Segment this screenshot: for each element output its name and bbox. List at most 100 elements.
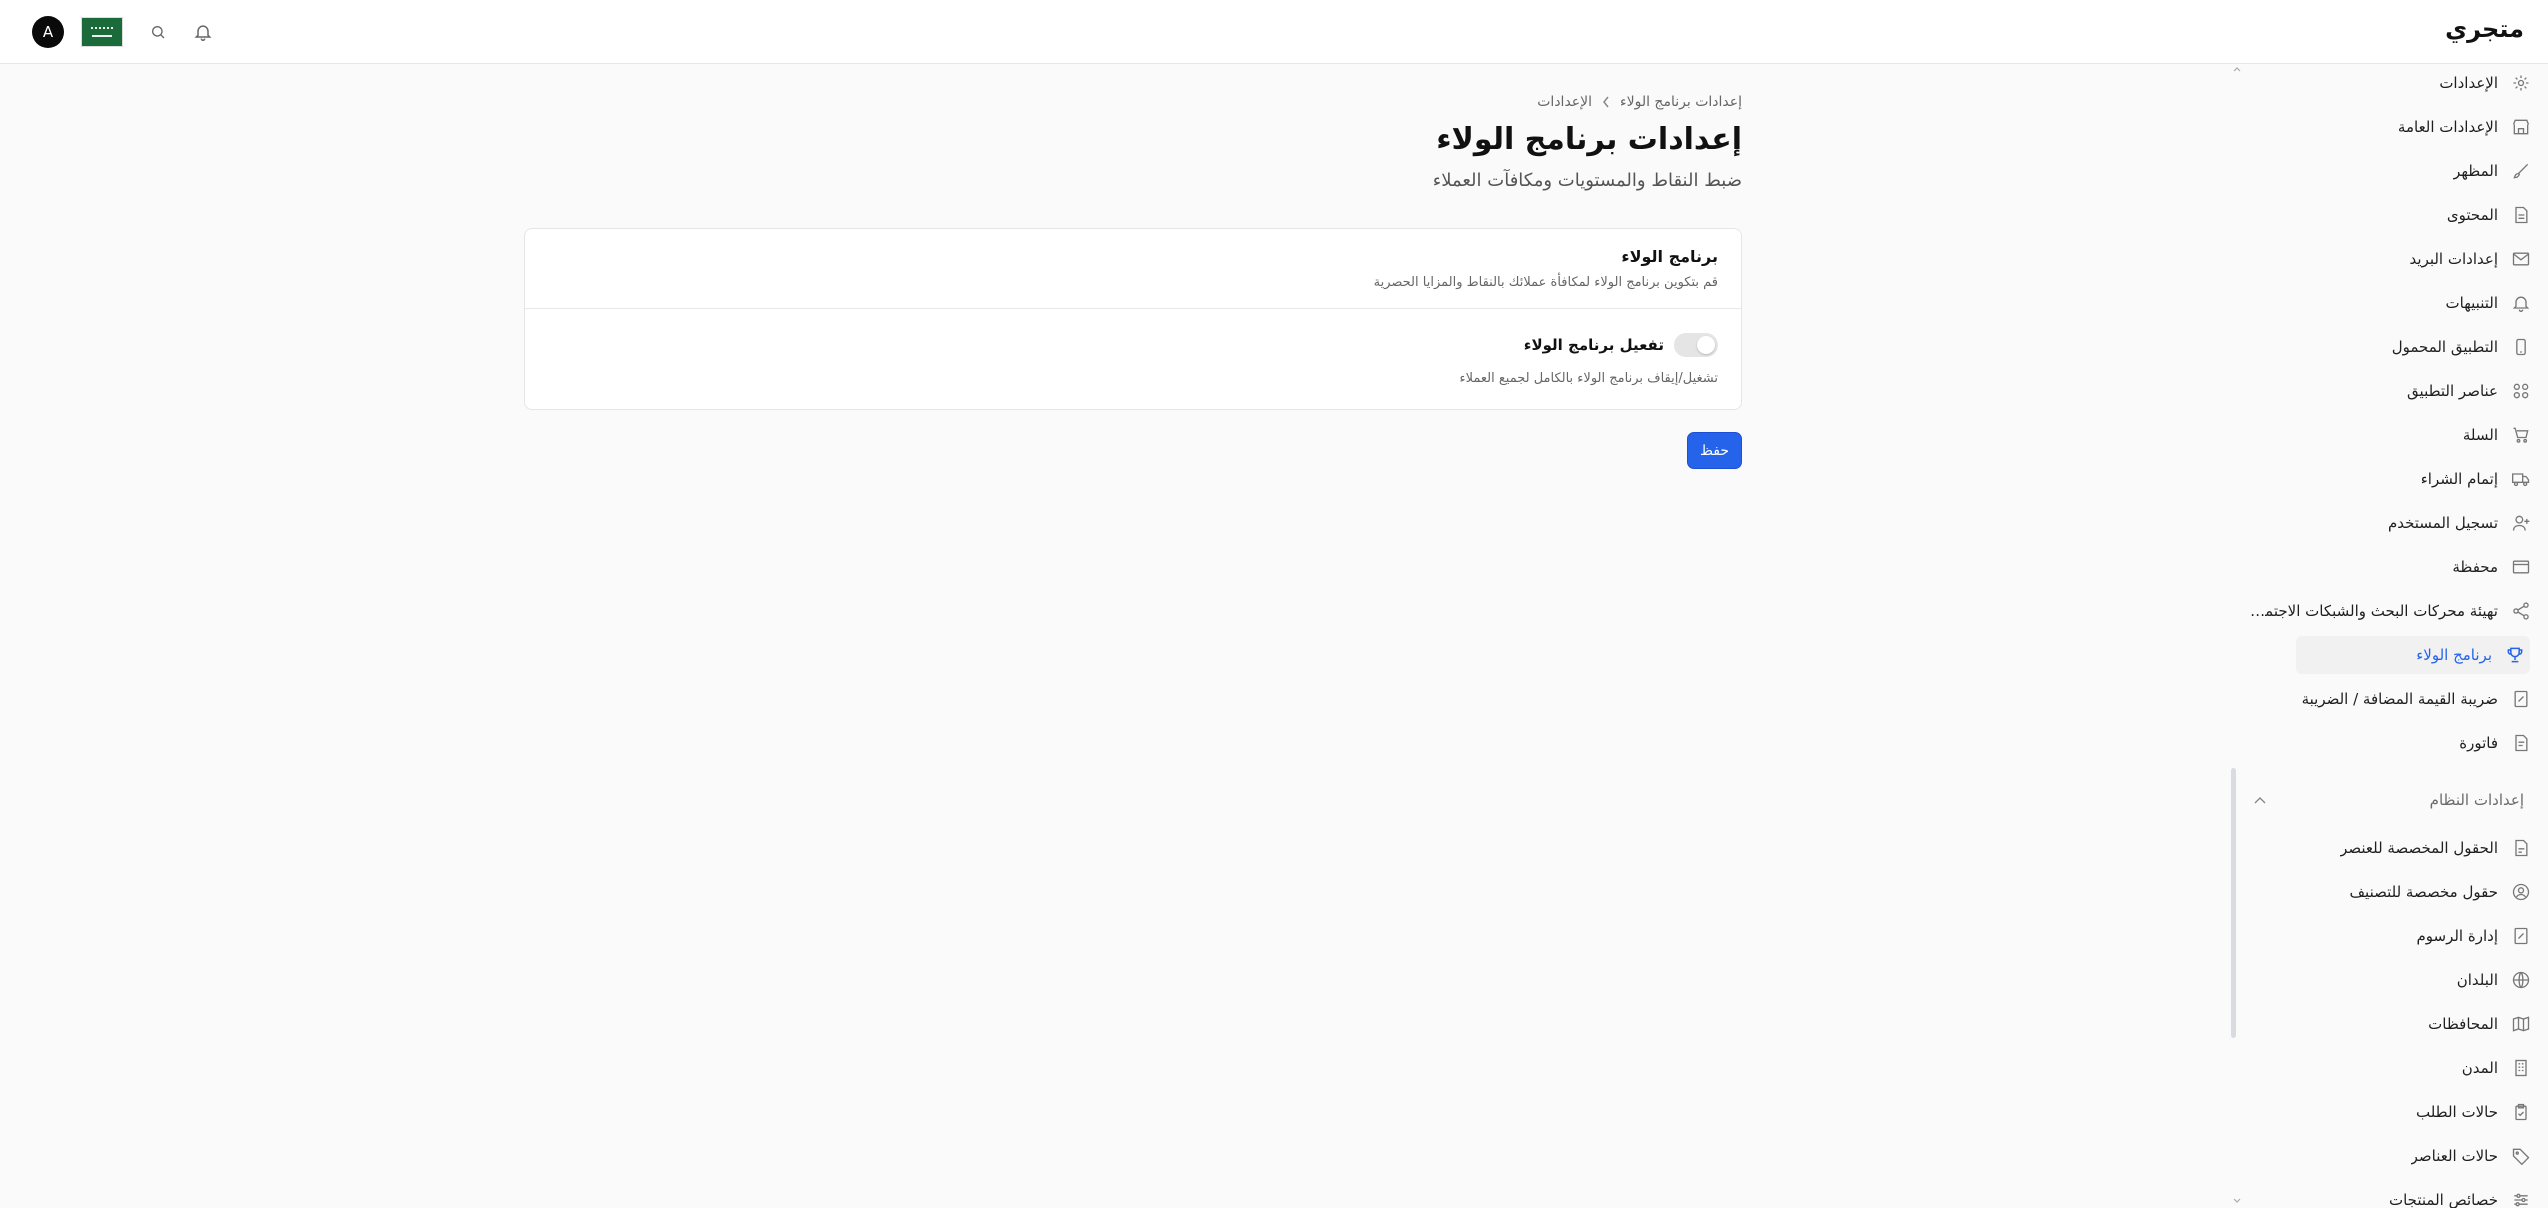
sidebar-item-mobile-app[interactable]: التطبيق المحمول — [2248, 328, 2548, 366]
sidebar-item-label: التطبيق المحمول — [2391, 338, 2498, 356]
save-button[interactable]: حفظ — [1687, 432, 1742, 469]
sidebar-item-countries[interactable]: البلدان — [2248, 961, 2548, 999]
trophy-icon — [2500, 640, 2530, 670]
sidebar-item-label: خصائص المنتجات — [2388, 1191, 2498, 1208]
gear-icon — [2506, 68, 2536, 98]
building-icon — [2506, 1053, 2536, 1083]
sidebar-item-user-registration[interactable]: تسجيل المستخدم — [2248, 504, 2548, 542]
sidebar-item-label: إعدادات البريد — [2409, 250, 2498, 268]
enable-loyalty-description: تشغيل/إيقاف برنامج الولاء بالكامل لجميع … — [1459, 371, 1718, 386]
document-icon — [2506, 200, 2536, 230]
sidebar-item-label: المظهر — [2453, 162, 2498, 180]
wallet-icon — [2506, 552, 2536, 582]
sidebar-item-label: البلدان — [2456, 971, 2498, 989]
sidebar-item-settings[interactable]: الإعدادات — [2248, 64, 2548, 102]
sidebar-item-fees-management[interactable]: إدارة الرسوم — [2248, 917, 2548, 955]
language-flag-button[interactable] — [81, 17, 123, 47]
sidebar-item-label: المحتوى — [2446, 206, 2498, 224]
sidebar-item-label: الحقول المخصصة للعنصر — [2340, 839, 2498, 857]
breadcrumb-current: إعدادات برنامج الولاء — [1620, 94, 1742, 110]
sidebar-item-label: الإعدادات العامة — [2397, 118, 2498, 136]
cart-icon — [2506, 420, 2536, 450]
sidebar-item-governorates[interactable]: المحافظات — [2248, 1005, 2548, 1043]
loyalty-program-card: برنامج الولاء قم بتكوين برنامج الولاء لم… — [524, 228, 1742, 410]
sidebar-item-vat[interactable]: ضريبة القيمة المضافة / الضريبة — [2248, 680, 2548, 718]
system-settings-group-header[interactable]: إعدادات النظام — [2254, 785, 2524, 815]
bell-icon — [2506, 288, 2536, 318]
sidebar-item-label: تهيئة محركات البحث والشبكات الاجتماعية — [2248, 602, 2498, 620]
sidebar-item-cart[interactable]: السلة — [2248, 416, 2548, 454]
tax-icon — [2506, 684, 2536, 714]
map-icon — [2506, 1009, 2536, 1039]
share-icon — [2506, 596, 2536, 626]
sidebar-item-content[interactable]: المحتوى — [2248, 196, 2548, 234]
sidebar-item-label: المدن — [2461, 1059, 2498, 1077]
chevron-down-icon[interactable] — [2232, 1196, 2242, 1206]
brush-icon — [2506, 156, 2536, 186]
top-header: متجري A — [0, 0, 2548, 64]
bell-icon[interactable] — [191, 20, 215, 44]
chevron-up-icon[interactable] — [2232, 64, 2242, 74]
grid-icon — [2506, 376, 2536, 406]
enable-loyalty-toggle[interactable] — [1674, 333, 1718, 357]
invoice-icon — [2506, 728, 2536, 758]
breadcrumb: الإعدادات إعدادات برنامج الولاء — [1537, 94, 1742, 110]
sidebar-item-loyalty-program[interactable]: برنامج الولاء — [2296, 636, 2530, 674]
sidebar-item-category-custom-fields[interactable]: حقول مخصصة للتصنيف — [2248, 873, 2548, 911]
sidebar-item-wallet[interactable]: محفظة — [2248, 548, 2548, 586]
sidebar-item-label: الإعدادات — [2439, 74, 2498, 92]
flag-sword-icon — [92, 35, 112, 37]
sidebar-item-label: السلة — [2462, 426, 2498, 444]
toggle-knob — [1697, 336, 1715, 354]
sidebar-item-label: المحافظات — [2428, 1015, 2498, 1033]
mail-icon — [2506, 244, 2536, 274]
truck-icon — [2506, 464, 2536, 494]
sidebar-item-mail-settings[interactable]: إعدادات البريد — [2248, 240, 2548, 278]
file-fields-icon — [2506, 833, 2536, 863]
sidebar-item-label: ضريبة القيمة المضافة / الضريبة — [2301, 690, 2498, 708]
card-title: برنامج الولاء — [1621, 247, 1718, 266]
sidebar-item-label: حقول مخصصة للتصنيف — [2349, 883, 2498, 901]
store-icon — [2506, 112, 2536, 142]
sidebar-item-label: فاتورة — [2459, 734, 2498, 752]
group-label: إعدادات النظام — [2429, 791, 2524, 809]
page-title: إعدادات برنامج الولاء — [1436, 122, 1742, 157]
sidebar-item-label: تسجيل المستخدم — [2387, 514, 2498, 532]
sidebar-item-label: عناصر التطبيق — [2407, 382, 2498, 400]
sidebar-item-seo-social[interactable]: تهيئة محركات البحث والشبكات الاجتماعية — [2248, 592, 2548, 630]
breadcrumb-parent-link[interactable]: الإعدادات — [1537, 94, 1592, 110]
enable-loyalty-label: تفعيل برنامج الولاء — [1523, 336, 1664, 354]
brand-name[interactable]: متجري — [2445, 15, 2524, 43]
sidebar-item-cities[interactable]: المدن — [2248, 1049, 2548, 1087]
sliders-icon — [2506, 1185, 2536, 1208]
sidebar-item-app-elements[interactable]: عناصر التطبيق — [2248, 372, 2548, 410]
sidebar-item-item-statuses[interactable]: حالات العناصر — [2248, 1137, 2548, 1175]
user-plus-icon — [2506, 508, 2536, 538]
sidebar-item-order-statuses[interactable]: حالات الطلب — [2248, 1093, 2548, 1131]
chevron-up-icon — [2254, 796, 2266, 804]
card-header: برنامج الولاء قم بتكوين برنامج الولاء لم… — [525, 229, 1741, 309]
settings-sidebar: الإعدادات الإعدادات العامة المظهر المحتو… — [2220, 64, 2548, 1208]
globe-icon — [2506, 965, 2536, 995]
chevron-left-icon — [1602, 96, 1610, 108]
sidebar-item-notifications[interactable]: التنبيهات — [2248, 284, 2548, 322]
sidebar-item-label: التنبيهات — [2445, 294, 2498, 312]
sidebar-scrollbar[interactable] — [2231, 768, 2236, 1038]
sidebar-item-checkout[interactable]: إتمام الشراء — [2248, 460, 2548, 498]
sidebar-item-general-settings[interactable]: الإعدادات العامة — [2248, 108, 2548, 146]
sidebar-item-appearance[interactable]: المظهر — [2248, 152, 2548, 190]
sidebar-item-label: حالات الطلب — [2415, 1103, 2498, 1121]
sidebar-item-product-attributes[interactable]: خصائص المنتجات — [2248, 1181, 2548, 1208]
user-avatar[interactable]: A — [32, 16, 64, 48]
fees-icon — [2506, 921, 2536, 951]
enable-loyalty-row: تفعيل برنامج الولاء — [1524, 333, 1718, 357]
sidebar-item-label: محفظة — [2452, 558, 2498, 576]
sidebar-item-invoice[interactable]: فاتورة — [2248, 724, 2548, 762]
sidebar-item-item-custom-fields[interactable]: الحقول المخصصة للعنصر — [2248, 829, 2548, 867]
phone-icon — [2506, 332, 2536, 362]
tag-icon — [2506, 1141, 2536, 1171]
card-description: قم بتكوين برنامج الولاء لمكافأة عملائك ب… — [1373, 275, 1718, 290]
sidebar-item-label: إدارة الرسوم — [2416, 927, 2498, 945]
sidebar-item-label: إتمام الشراء — [2420, 470, 2498, 488]
search-icon[interactable] — [146, 20, 170, 44]
